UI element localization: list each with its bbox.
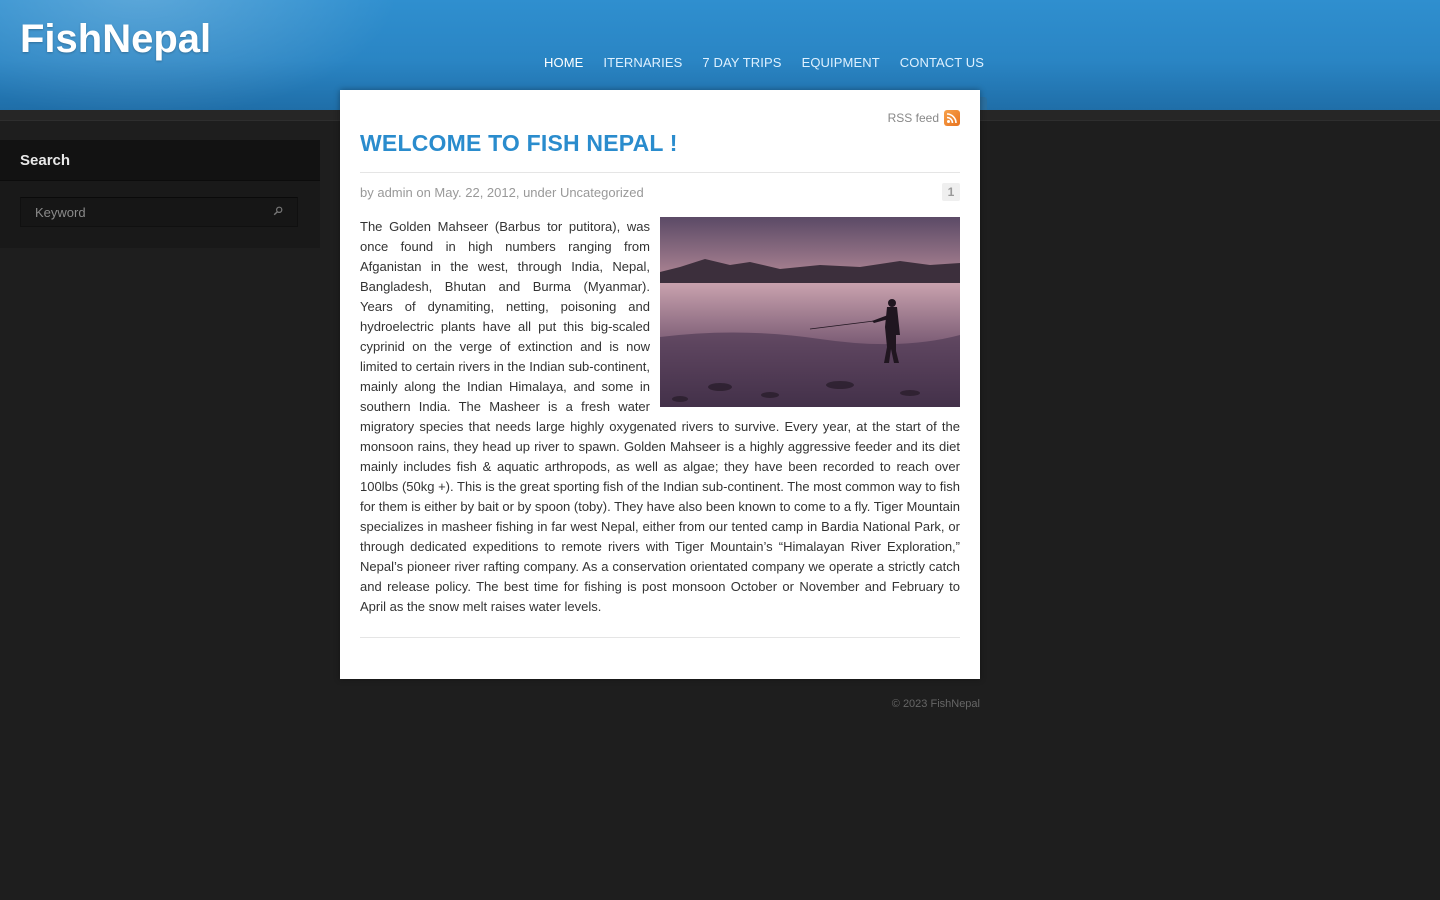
main-nav: HOME ITERNARIES 7 DAY TRIPS EQUIPMENT CO… xyxy=(544,55,984,71)
search-box xyxy=(20,197,298,227)
site-logo[interactable]: FishNepal xyxy=(20,16,211,62)
header-tab-accent xyxy=(980,97,987,110)
post-title[interactable]: WELCOME TO FISH NEPAL ! xyxy=(360,130,678,156)
post-footer-divider xyxy=(360,637,960,638)
post-container: RSS feed WELCOME TO FISH NEPAL ! by admi… xyxy=(340,90,980,679)
nav-item-contact-us[interactable]: CONTACT US xyxy=(900,55,984,71)
post-image-fisherman xyxy=(660,217,960,407)
rss-icon xyxy=(944,110,960,126)
search-input[interactable] xyxy=(21,198,285,226)
rss-feed-link[interactable]: RSS feed xyxy=(888,110,960,126)
title-divider xyxy=(360,172,960,173)
widget-header: Search xyxy=(0,140,320,181)
search-icon[interactable] xyxy=(273,206,283,216)
footer-copyright: © 2023 FishNepal xyxy=(891,698,980,710)
widget-title: Search xyxy=(20,152,71,169)
post-meta: by admin on May. 22, 2012, under Uncateg… xyxy=(360,185,644,200)
rss-feed-label: RSS feed xyxy=(887,111,939,125)
nav-item-7-day-trips[interactable]: 7 DAY TRIPS xyxy=(702,55,781,71)
sidebar-search-widget: Search xyxy=(0,140,320,248)
nav-item-iternaries[interactable]: ITERNARIES xyxy=(603,55,682,71)
post-body: The Golden Mahseer (Barbus tor putitora)… xyxy=(360,217,960,617)
comment-count-badge[interactable]: 1 xyxy=(942,183,960,201)
nav-item-home[interactable]: HOME xyxy=(544,55,583,71)
nav-item-equipment[interactable]: EQUIPMENT xyxy=(802,55,880,71)
